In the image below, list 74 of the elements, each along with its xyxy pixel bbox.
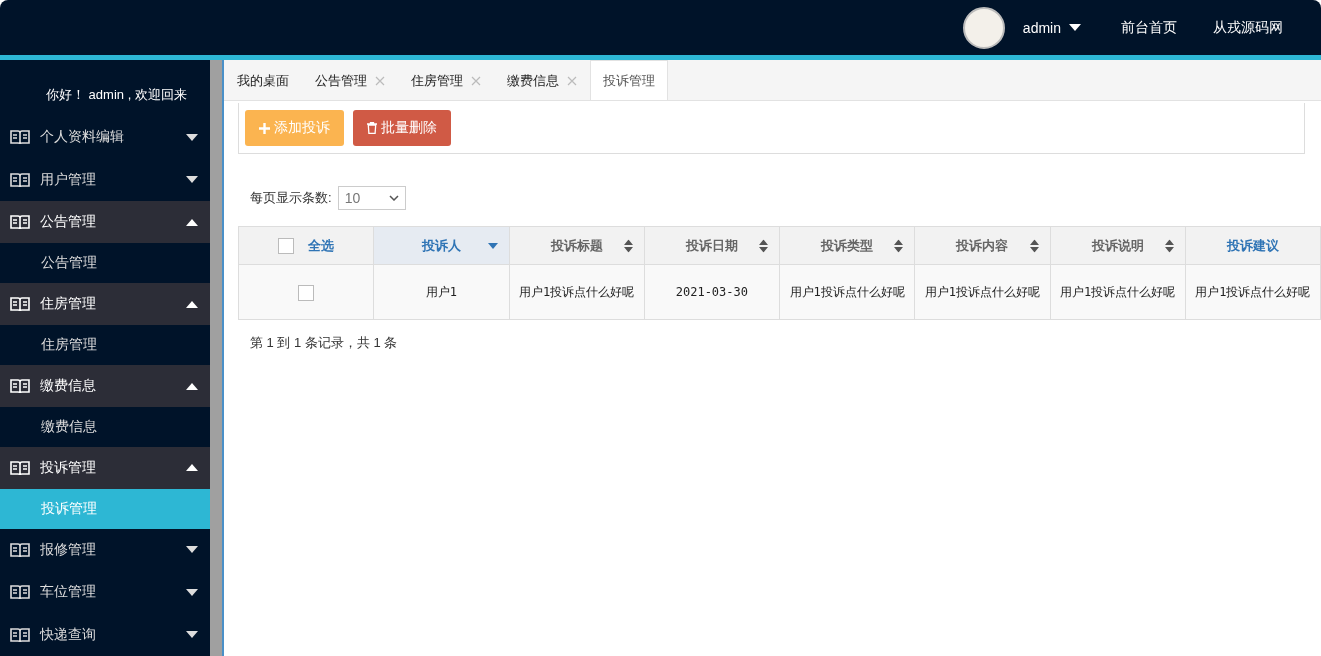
- sort-icon: [759, 239, 768, 252]
- trash-icon: [367, 122, 377, 134]
- book-icon: [10, 378, 30, 394]
- tab[interactable]: 住房管理: [398, 60, 494, 100]
- column-header[interactable]: 投诉内容: [914, 226, 1050, 265]
- table-cell: 用户1投诉点什么好呢: [509, 264, 645, 320]
- sidebar-subitem[interactable]: 缴费信息: [0, 407, 210, 447]
- checkbox[interactable]: [298, 284, 315, 301]
- chevron-icon: [388, 195, 399, 201]
- book-icon: [10, 584, 30, 601]
- delete-button[interactable]: 批量删除: [353, 110, 451, 146]
- table-cell: 用户1: [373, 264, 509, 320]
- header-link[interactable]: 前台首页: [1121, 18, 1177, 37]
- sort-desc-icon: [487, 242, 498, 249]
- select-all-label[interactable]: 全选: [308, 236, 335, 255]
- tab[interactable]: 缴费信息: [494, 60, 590, 100]
- caret-icon: [186, 133, 198, 141]
- column-header[interactable]: 投诉日期: [644, 226, 780, 265]
- column-header[interactable]: 投诉人: [373, 226, 509, 265]
- column-header[interactable]: 投诉标题: [509, 226, 645, 265]
- sort-icon: [1029, 239, 1039, 252]
- caret-icon: [1069, 24, 1081, 31]
- column-header[interactable]: 投诉建议: [1185, 226, 1321, 265]
- page-size-label: 每页显示条数:: [250, 189, 332, 207]
- tab[interactable]: 投诉管理: [590, 60, 668, 100]
- sort-icon: [894, 239, 904, 252]
- book-icon: [10, 214, 30, 231]
- table-cell: 用户1投诉点什么好呢: [779, 264, 915, 320]
- sidebar-item[interactable]: 公告管理: [0, 200, 210, 244]
- column-header[interactable]: 投诉类型: [779, 226, 915, 265]
- book-icon: [10, 296, 30, 313]
- sort-icon: [623, 239, 633, 252]
- sidebar-item[interactable]: 报修管理: [0, 528, 210, 572]
- table-cell: 2021-03-30: [644, 264, 780, 320]
- user-menu[interactable]: admin: [1022, 19, 1081, 36]
- close-icon[interactable]: [471, 75, 481, 86]
- header-link[interactable]: 从戎源码网: [1213, 18, 1283, 37]
- book-icon: [10, 541, 30, 558]
- sidebar-item[interactable]: 用户管理: [0, 158, 210, 201]
- caret-icon: [186, 631, 198, 639]
- caret-icon: [186, 464, 198, 472]
- checkbox[interactable]: [278, 237, 295, 254]
- sidebar-subitem[interactable]: 住房管理: [0, 325, 210, 365]
- plus-icon: [259, 122, 270, 134]
- close-icon[interactable]: [567, 75, 577, 86]
- caret-icon: [186, 218, 198, 226]
- book-icon: [10, 129, 30, 146]
- sort-icon: [1164, 239, 1174, 252]
- caret-icon: [186, 382, 198, 390]
- table-cell: 用户1投诉点什么好呢: [1185, 264, 1321, 320]
- caret-icon: [186, 546, 198, 554]
- caret-icon: [186, 176, 198, 184]
- sidebar-item[interactable]: 投诉管理: [0, 446, 210, 490]
- sidebar-subitem[interactable]: 公告管理: [0, 243, 210, 283]
- pagination-info: 第 1 到 1 条记录，共 1 条: [250, 334, 399, 352]
- table-cell: 用户1投诉点什么好呢: [914, 264, 1050, 320]
- caret-icon: [186, 588, 198, 596]
- avatar: [962, 6, 1005, 49]
- book-icon: [10, 171, 30, 188]
- sidebar-item[interactable]: 缴费信息: [0, 364, 210, 408]
- book-icon: [10, 626, 30, 643]
- column-header[interactable]: 投诉说明: [1050, 226, 1186, 265]
- tab[interactable]: 我的桌面: [224, 60, 302, 100]
- close-icon[interactable]: [375, 75, 385, 86]
- welcome-text: 你好！ admin , 欢迎回来: [45, 86, 188, 104]
- page-size-select[interactable]: 10: [337, 186, 406, 210]
- tab[interactable]: 公告管理: [302, 60, 398, 100]
- table-cell: 用户1投诉点什么好呢: [1050, 264, 1186, 320]
- caret-icon: [186, 300, 198, 308]
- sidebar-item[interactable]: 车位管理: [0, 571, 210, 614]
- book-icon: [10, 459, 30, 476]
- sidebar-item[interactable]: 快递查询: [0, 613, 210, 656]
- sidebar-item[interactable]: 住房管理: [0, 282, 210, 326]
- sidebar-item[interactable]: 个人资料编辑: [0, 116, 210, 159]
